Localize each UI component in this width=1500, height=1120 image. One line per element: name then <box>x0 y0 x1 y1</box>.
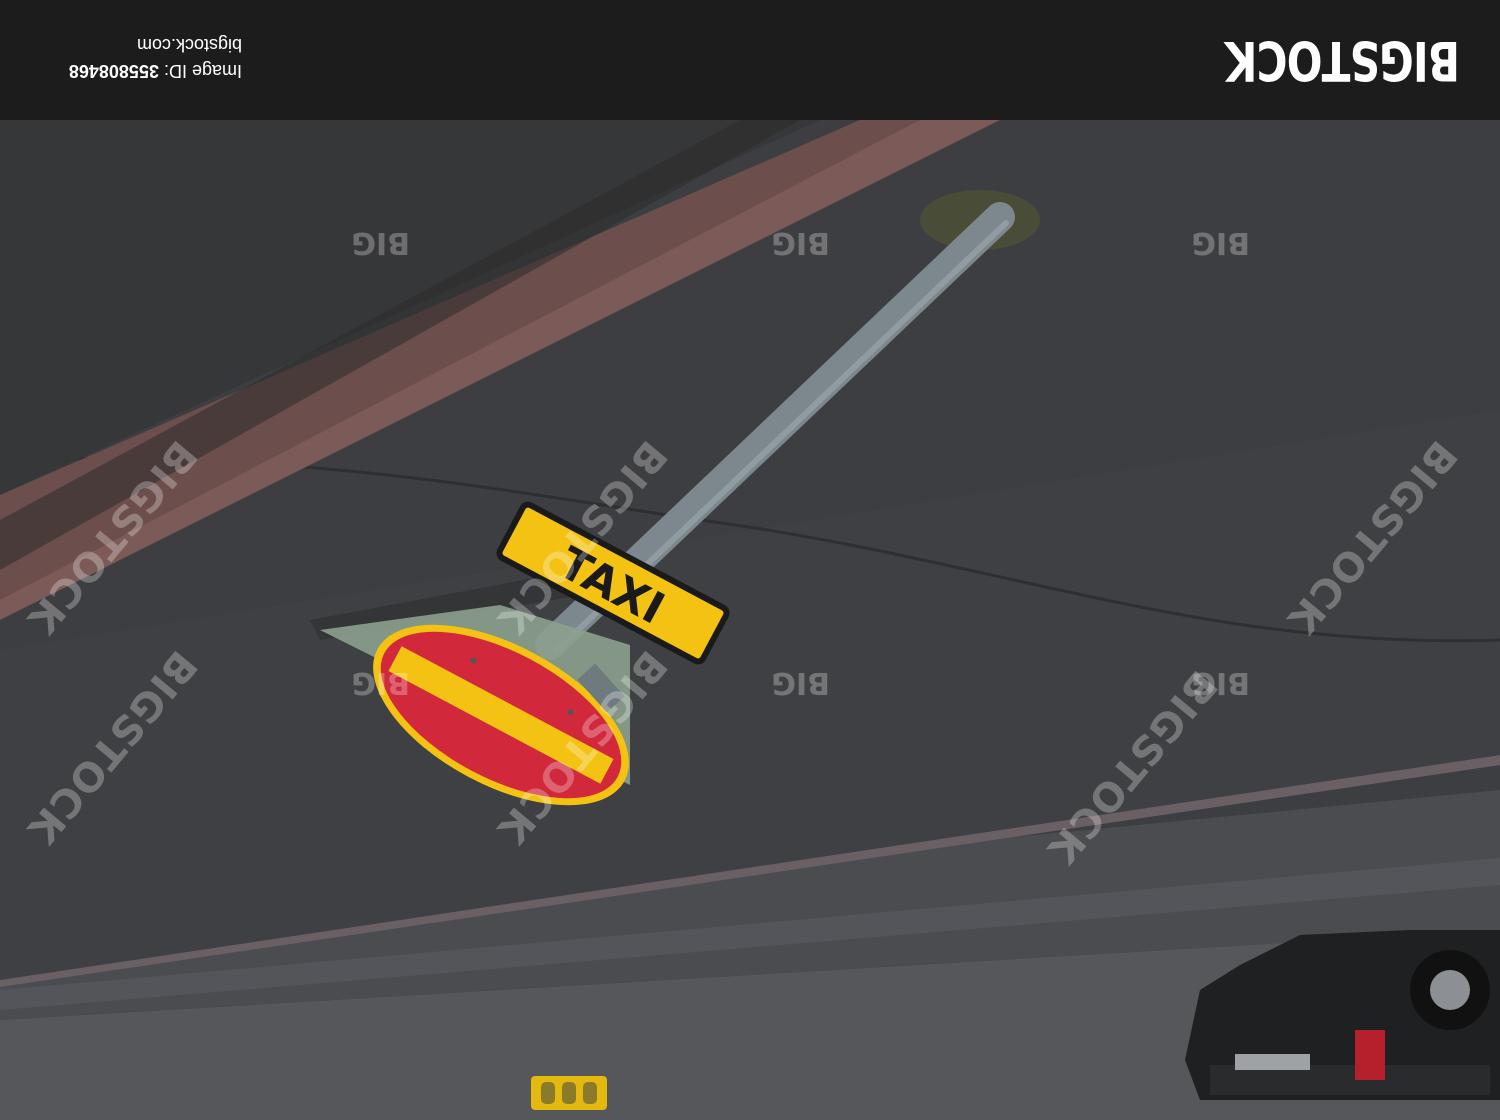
image-meta: Image ID: 355808468 bigstock.com <box>27 32 242 84</box>
image-id-value: 355808468 <box>68 61 159 81</box>
street-photo: TAXI BIGSTOCK BIGSTOCK BIGSTOCK BIGSTOCK… <box>0 120 1500 1120</box>
bigstock-logo: BIGSTOCK <box>1225 29 1460 92</box>
image-id: Image ID: 355808468 <box>27 58 242 84</box>
site-url: bigstock.com <box>136 35 242 55</box>
image-id-label: Image ID: <box>163 61 242 81</box>
stock-photo-viewer: TAXI BIGSTOCK BIGSTOCK BIGSTOCK BIGSTOCK… <box>0 0 1500 1120</box>
footer-bar: BIGSTOCK Image ID: 355808468 bigstock.co… <box>0 0 1500 120</box>
flipped-content: TAXI BIGSTOCK BIGSTOCK BIGSTOCK BIGSTOCK… <box>0 0 1500 1120</box>
street-scene: TAXI <box>0 120 1500 1120</box>
